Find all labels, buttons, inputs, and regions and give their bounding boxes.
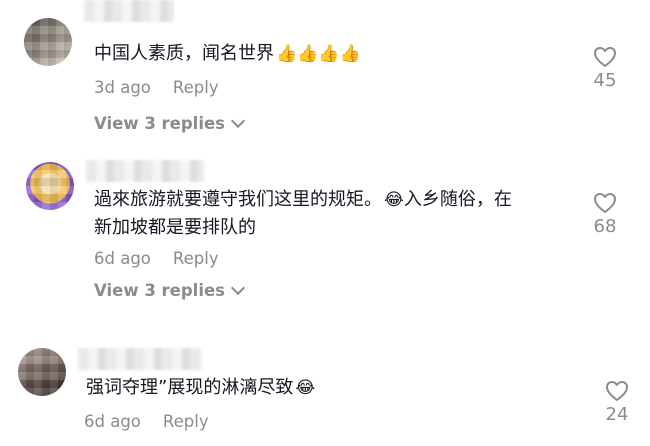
chevron-down-icon [230,280,246,295]
laughing-emoji: 😂 [384,190,404,210]
heart-outline-icon [594,193,616,213]
comment-text: 强词夺理”展现的淋漓尽致 😂 [86,377,316,398]
username-redacted [78,348,202,370]
username-redacted [86,160,204,182]
comment-text: 中国人素质，闻名世界 👍👍👍👍 [94,43,361,64]
timestamp: 3d ago [94,78,151,97]
like-button[interactable]: 45 [580,46,630,91]
reply-button[interactable]: Reply [173,78,219,97]
thumbs-up-emoji: 👍👍👍👍 [276,44,361,64]
reply-button[interactable]: Reply [173,249,219,268]
comment-text: 過來旅游就要遵守我们这里的规矩。 😂入乡随俗，在 [94,189,512,210]
view-replies-label: View 3 replies [94,281,226,300]
comment-text-line-2: 新加坡都是要排队的 [94,217,256,238]
avatar[interactable] [24,18,72,66]
like-button[interactable]: 24 [592,380,642,425]
avatar[interactable] [26,162,74,210]
like-count: 45 [593,70,617,91]
comment-meta: 6d ago Reply [84,412,209,431]
heart-outline-icon [594,47,616,67]
username-redacted [84,0,174,22]
like-count: 68 [593,216,617,237]
timestamp: 6d ago [94,249,151,268]
reply-button[interactable]: Reply [163,412,209,431]
comment-meta: 3d ago Reply [94,78,219,97]
laughing-emoji: 😂 [295,378,316,398]
chevron-down-icon [230,113,246,128]
like-count: 24 [605,404,629,425]
view-replies-button[interactable]: View 3 replies [94,113,246,133]
heart-outline-icon [606,381,628,401]
view-replies-button[interactable]: View 3 replies [94,280,246,300]
view-replies-label: View 3 replies [94,114,226,133]
comment-meta: 6d ago Reply [94,249,219,268]
timestamp: 6d ago [84,412,141,431]
avatar[interactable] [18,348,66,396]
like-button[interactable]: 68 [580,192,630,237]
